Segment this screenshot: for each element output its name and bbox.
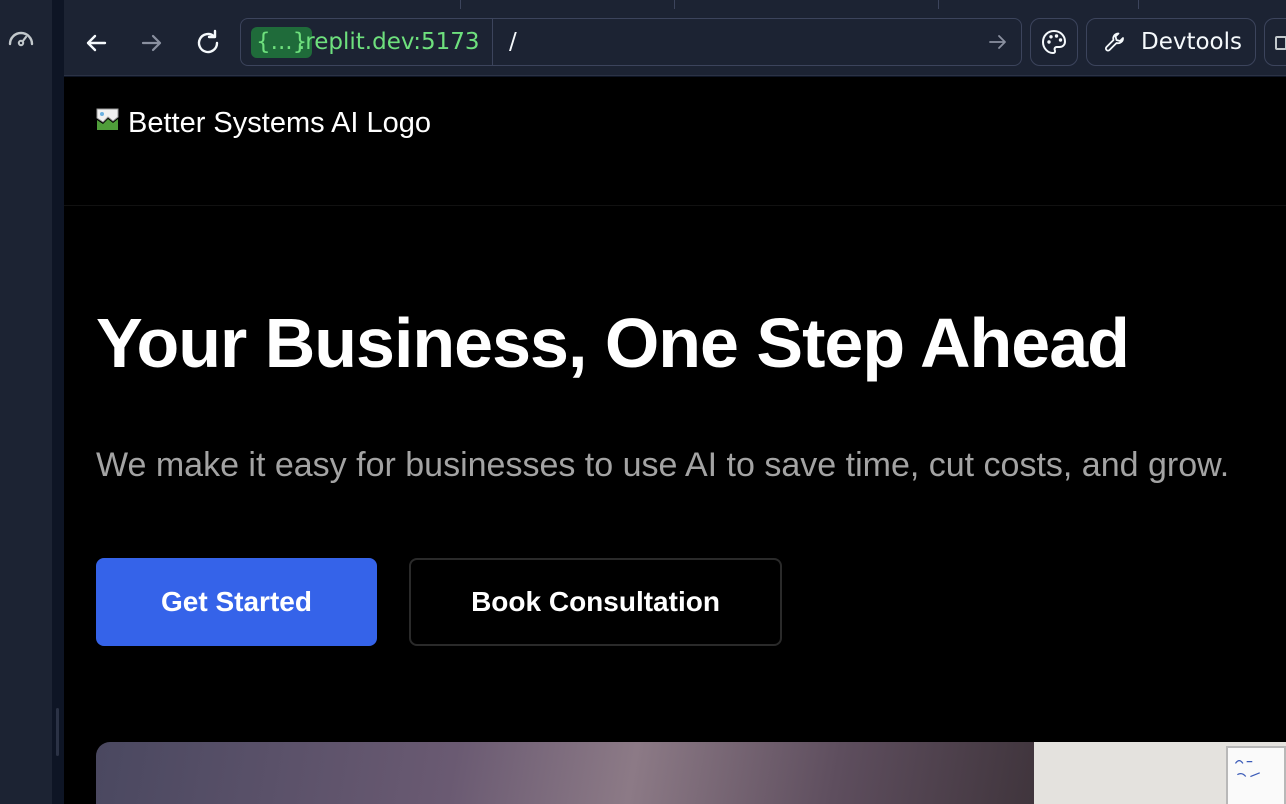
get-started-button[interactable]: Get Started [96,558,377,646]
panel-toggle-button[interactable] [1264,18,1286,66]
arrow-right-icon [141,34,162,52]
wrench-icon [1105,32,1124,52]
resize-handle[interactable] [56,708,59,756]
logo-alt-text: Better Systems AI Logo [128,107,432,139]
panel-icon [1275,36,1286,50]
url-path-input[interactable]: / [509,27,517,58]
rail-gutter [52,0,64,804]
reload-button[interactable] [190,25,226,61]
palette-icon [1041,29,1067,55]
tab-separator [1138,0,1139,9]
arrow-right-icon[interactable] [987,31,1009,53]
browser-toolbar: {...} .replit.dev:5173 / Devtools [64,9,1286,76]
ide-sidebar-rail [0,0,52,804]
back-button[interactable] [78,25,114,61]
arrow-left-icon [86,34,107,52]
reload-icon [197,29,219,54]
url-bar[interactable]: {...} .replit.dev:5173 / [240,18,1022,66]
webview: Better Systems AI Logo Your Business, On… [64,77,1286,804]
tab-strip [64,0,1286,9]
gauge-icon[interactable] [6,26,36,50]
theme-button[interactable] [1030,18,1078,66]
broken-image-icon [96,108,119,130]
site-header: Better Systems AI Logo [64,77,1286,206]
hero-subtitle: We make it easy for businesses to use AI… [96,446,1230,484]
url-divider [492,19,493,65]
tab-separator [460,0,461,9]
devtools-button[interactable]: Devtools [1086,18,1256,66]
forward-button[interactable] [134,25,170,61]
whiteboard-image [1226,746,1286,804]
hero-title: Your Business, One Step Ahead [96,304,1130,382]
hero-image [96,742,1286,804]
tab-separator [674,0,675,9]
devtools-label: Devtools [1141,29,1243,55]
book-consultation-button[interactable]: Book Consultation [409,558,782,646]
url-host: .replit.dev:5173 [298,29,480,55]
site-logo[interactable]: Better Systems AI Logo [96,107,431,140]
tab-separator [938,0,939,9]
